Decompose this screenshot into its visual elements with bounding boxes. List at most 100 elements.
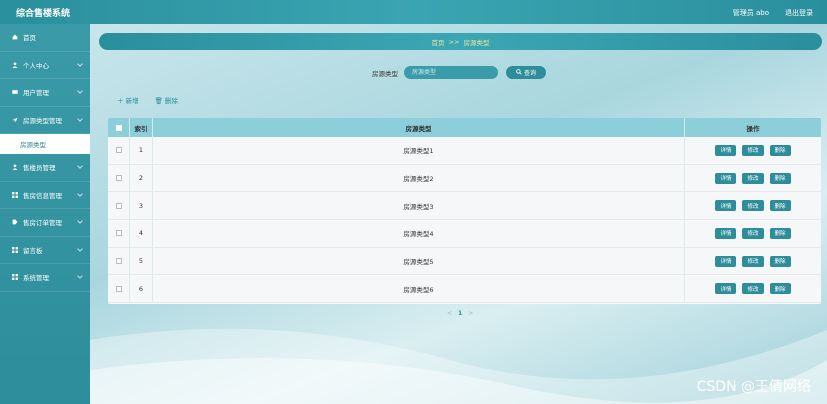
row-name: 房源类型4 [153, 220, 685, 247]
sidebar-item-label: 系统管理 [23, 274, 49, 283]
breadcrumb-home[interactable]: 首页 [432, 37, 445, 47]
delete-button[interactable]: 删除 [769, 144, 791, 156]
sidebar-item-label: 售房信息管理 [23, 191, 62, 200]
table-row: 3 房源类型3 详情 修改 删除 [108, 192, 821, 221]
next-page-button[interactable]: > [468, 310, 473, 317]
row-checkbox[interactable] [115, 175, 122, 182]
sidebar-item-home[interactable]: 首页 [0, 24, 90, 52]
row-index: 4 [130, 220, 153, 247]
row-checkbox[interactable] [115, 258, 122, 265]
row-name: 房源类型5 [153, 247, 685, 275]
row-name: 房源类型1 [153, 137, 685, 164]
batch-delete-button[interactable]: 🗑 删除 [155, 95, 178, 105]
search-icon [516, 68, 522, 77]
person-icon [12, 164, 18, 171]
watermark: CSDN @王倩网络 [696, 379, 811, 395]
table-row: 6 房源类型6 详情 修改 删除 [108, 275, 821, 304]
delete-button[interactable]: 删除 [769, 255, 791, 267]
edit-button[interactable]: 修改 [742, 283, 764, 295]
chevron-down-icon [77, 218, 83, 224]
home-icon [12, 34, 18, 40]
delete-button[interactable]: 删除 [769, 283, 791, 295]
detail-button[interactable]: 详情 [715, 200, 737, 212]
prev-page-button[interactable]: < [447, 310, 452, 317]
sidebar-item-label: 房源类型管理 [23, 116, 62, 125]
row-name: 房源类型3 [153, 192, 685, 220]
table-header: 索引 房源类型 操作 [108, 118, 821, 137]
sidebar-item-orders[interactable]: 售房订单管理 [0, 209, 90, 237]
sidebar: 首页 个人中心 用户管理 房源类型管理 房源类型 售楼员管理 售房信息管理 售房… [0, 24, 90, 404]
page-number[interactable]: 1 [458, 310, 462, 317]
add-button[interactable]: ＋ 新增 [117, 95, 139, 105]
chevron-down-icon [77, 245, 83, 252]
search-label: 房源类型 [372, 69, 398, 78]
delete-button[interactable]: 删除 [769, 200, 791, 212]
detail-button[interactable]: 详情 [715, 172, 737, 184]
sidebar-item-label: 个人中心 [23, 61, 49, 70]
chevron-down-icon [77, 88, 83, 94]
row-checkbox[interactable] [115, 285, 122, 292]
id-card-icon [12, 89, 18, 95]
table-row: 4 房源类型4 详情 修改 删除 [108, 220, 821, 248]
detail-button[interactable]: 详情 [715, 255, 737, 267]
chevron-down-icon [77, 273, 83, 279]
app-title: 综合售楼系统 [16, 9, 71, 19]
row-name: 房源类型6 [153, 275, 685, 303]
row-index: 1 [130, 137, 153, 164]
edit-button[interactable]: 修改 [742, 255, 764, 267]
edit-button[interactable]: 修改 [742, 144, 764, 156]
sidebar-item-system[interactable]: 系统管理 [0, 264, 90, 292]
row-index: 6 [130, 275, 153, 303]
sidebar-item-house-info[interactable]: 售房信息管理 [0, 182, 90, 209]
grid-icon [12, 191, 18, 198]
top-bar: 综合售楼系统 管理员 abo 退出登录 [0, 0, 827, 24]
edit-button[interactable]: 修改 [742, 200, 764, 212]
chevron-down-icon [77, 163, 83, 169]
breadcrumb-separator: >> [448, 37, 460, 46]
sidebar-item-profile[interactable]: 个人中心 [0, 52, 90, 79]
search-input[interactable] [404, 66, 498, 79]
tag-icon [12, 219, 18, 225]
breadcrumb: 首页 >> 房源类型 [99, 33, 822, 50]
table-row: 1 房源类型1 详情 修改 删除 [108, 137, 821, 165]
sidebar-subitem-house-type[interactable]: 房源类型 [0, 134, 90, 154]
column-header-index: 索引 [130, 118, 153, 137]
send-icon [12, 117, 18, 123]
sidebar-item-label: 售楼员管理 [23, 164, 56, 173]
row-name: 房源类型2 [153, 164, 685, 192]
sidebar-item-users[interactable]: 用户管理 [0, 79, 90, 107]
row-index: 3 [130, 192, 153, 220]
logout-link[interactable]: 退出登录 [785, 8, 813, 18]
column-header-ops: 操作 [746, 124, 760, 133]
select-all-checkbox[interactable] [115, 124, 122, 131]
search-row: 房源类型 查询 [372, 66, 546, 79]
sidebar-item-house-type-manage[interactable]: 房源类型管理 [0, 107, 90, 134]
chevron-down-icon [77, 190, 83, 197]
pagination: < 1 > [447, 310, 473, 317]
row-checkbox[interactable] [115, 147, 122, 154]
row-checkbox[interactable] [115, 202, 122, 209]
search-button[interactable]: 查询 [506, 66, 546, 79]
edit-button[interactable]: 修改 [742, 172, 764, 184]
delete-button[interactable]: 删除 [769, 172, 791, 184]
delete-button[interactable]: 删除 [769, 227, 791, 239]
row-checkbox[interactable] [115, 230, 122, 237]
sidebar-item-label: 房源类型 [20, 141, 46, 149]
data-table: 索引 房源类型 操作 1 房源类型1 详情 修改 删除 2 房源类型2 详情 修改 删除 3 房源类型… [108, 118, 821, 304]
chevron-down-icon [77, 60, 83, 67]
column-header-name: 房源类型 [153, 118, 685, 137]
row-index: 2 [130, 164, 153, 192]
row-index: 5 [130, 247, 153, 275]
edit-button[interactable]: 修改 [742, 227, 764, 239]
sidebar-item-sales-staff[interactable]: 售楼员管理 [0, 154, 90, 182]
sidebar-item-label: 用户管理 [23, 89, 49, 98]
breadcrumb-current: 房源类型 [463, 38, 490, 47]
detail-button[interactable]: 详情 [715, 227, 737, 239]
table-row: 5 房源类型5 详情 修改 删除 [108, 247, 821, 276]
detail-button[interactable]: 详情 [715, 283, 737, 295]
toolbar: ＋ 新增 🗑 删除 [117, 95, 178, 105]
sidebar-item-messages[interactable]: 留言板 [0, 237, 90, 264]
table-body: 1 房源类型1 详情 修改 删除 2 房源类型2 详情 修改 删除 3 房源类型3 详情 修改 删除 4 房源类… [108, 137, 821, 304]
search-button-label: 查询 [523, 71, 536, 77]
detail-button[interactable]: 详情 [715, 144, 737, 156]
